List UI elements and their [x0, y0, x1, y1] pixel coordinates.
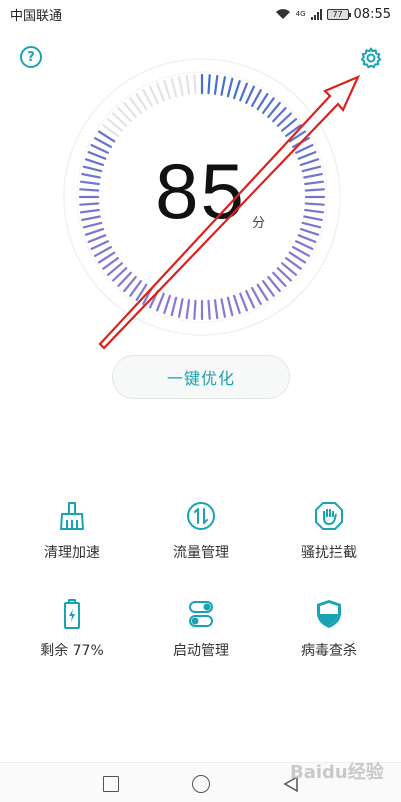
status-bar: 中国联通 4G 77 08:55 [0, 0, 401, 28]
watermark: Baidu经验 [290, 762, 384, 783]
gauge-tick-active [142, 287, 154, 305]
gauge-tick-inactive [193, 74, 197, 95]
gauge-tick-active [193, 299, 197, 320]
gauge-tick-active [292, 246, 310, 257]
gauge-tick-active [297, 234, 317, 243]
gauge-tick-active [177, 298, 184, 318]
gauge-tick-inactive [142, 88, 154, 108]
tool-virus-scan[interactable]: 病毒查杀 [269, 598, 389, 678]
gauge-tick-active [245, 290, 255, 309]
gauge-tick-inactive [185, 74, 191, 95]
gauge-tick-active [93, 246, 113, 257]
recent-apps-icon[interactable] [103, 776, 119, 792]
gauge-tick-active [97, 130, 116, 143]
tool-label: 剩余 77% [40, 643, 104, 659]
gauge-tick-inactive [163, 79, 172, 100]
status-icons: 4G 77 08:55 [275, 7, 391, 22]
gauge-tick-active [213, 74, 219, 95]
gauge-tick-active [87, 234, 107, 243]
carrier-name: 中国联通 [10, 8, 63, 24]
tool-label: 流量管理 [173, 545, 229, 561]
clock: 08:55 [353, 6, 391, 22]
battery-indicator: 77 [326, 8, 351, 20]
data-traffic-icon [187, 502, 215, 530]
score-display: 85 [0, 152, 401, 230]
gauge-tick-active [148, 290, 159, 309]
question-circle-icon: ? [27, 49, 35, 65]
tool-harassment-block[interactable]: 骚扰拦截 [269, 500, 389, 580]
gauge-tick-inactive [170, 77, 178, 98]
gauge-tick-active [207, 299, 211, 320]
one-click-optimize-button[interactable]: 一键优化 [112, 355, 290, 399]
tool-cleanup[interactable]: 清理加速 [12, 500, 132, 580]
gauge-tick-active [239, 82, 248, 102]
gauge-tick-active [97, 251, 116, 264]
gauge-tick-inactive [177, 76, 184, 96]
gauge-tick-active [220, 76, 226, 96]
shield-icon [317, 600, 341, 628]
gauge-tick-active [220, 298, 226, 318]
tool-label: 骚扰拦截 [301, 545, 357, 561]
gauge-tick-active [295, 240, 314, 250]
gauge-tick-active [93, 137, 113, 149]
tool-label: 病毒查杀 [301, 643, 357, 659]
gauge-tick-active [251, 88, 262, 108]
gauge-tick-active [213, 299, 219, 320]
broom-icon [60, 502, 84, 530]
gauge-tick-active [170, 296, 178, 317]
tool-battery[interactable]: 剩余 77% [12, 598, 132, 678]
gauge-tick-active [135, 283, 148, 302]
gear-icon [360, 47, 382, 69]
tool-traffic[interactable]: 流量管理 [141, 500, 261, 580]
gauge-tick-active [251, 287, 262, 305]
tool-label: 清理加速 [44, 545, 100, 561]
gauge-tick-active [245, 85, 255, 105]
battery-icon [64, 599, 80, 629]
network-type-badge: 4G [295, 10, 306, 18]
gauge-tick-active [233, 79, 241, 100]
home-icon[interactable] [192, 775, 210, 793]
gauge-tick-active [163, 294, 172, 315]
settings-button[interactable] [359, 46, 383, 70]
gauge-tick-active [292, 137, 310, 149]
tool-startup[interactable]: 启动管理 [141, 598, 261, 678]
gauge-tick-inactive [148, 85, 159, 105]
gauge-tick-active [239, 292, 248, 312]
gauge-tick-inactive [155, 82, 165, 102]
score-unit: 分 [252, 216, 266, 231]
score-value: 85 [155, 147, 246, 235]
wifi-icon [275, 9, 290, 19]
gauge-tick-active [233, 294, 241, 315]
help-button[interactable]: ? [20, 46, 42, 68]
gauge-tick-active [185, 299, 191, 320]
gauge-tick-inactive [135, 92, 148, 111]
gauge-tick-active [207, 74, 211, 95]
gauge-tick-active [256, 92, 269, 111]
tool-label: 启动管理 [173, 643, 229, 659]
gauge-tick-active [90, 240, 110, 250]
startup-toggle-icon [189, 601, 213, 627]
gauge-tick-active [155, 292, 165, 312]
gauge-tick-active [226, 77, 234, 98]
gauge-tick-active [226, 296, 234, 317]
block-hand-icon [315, 502, 343, 530]
gauge-tick-active [256, 283, 269, 302]
gauge-tick-active [288, 130, 307, 143]
gauge-tick-active [288, 251, 307, 264]
signal-icon [310, 8, 322, 20]
